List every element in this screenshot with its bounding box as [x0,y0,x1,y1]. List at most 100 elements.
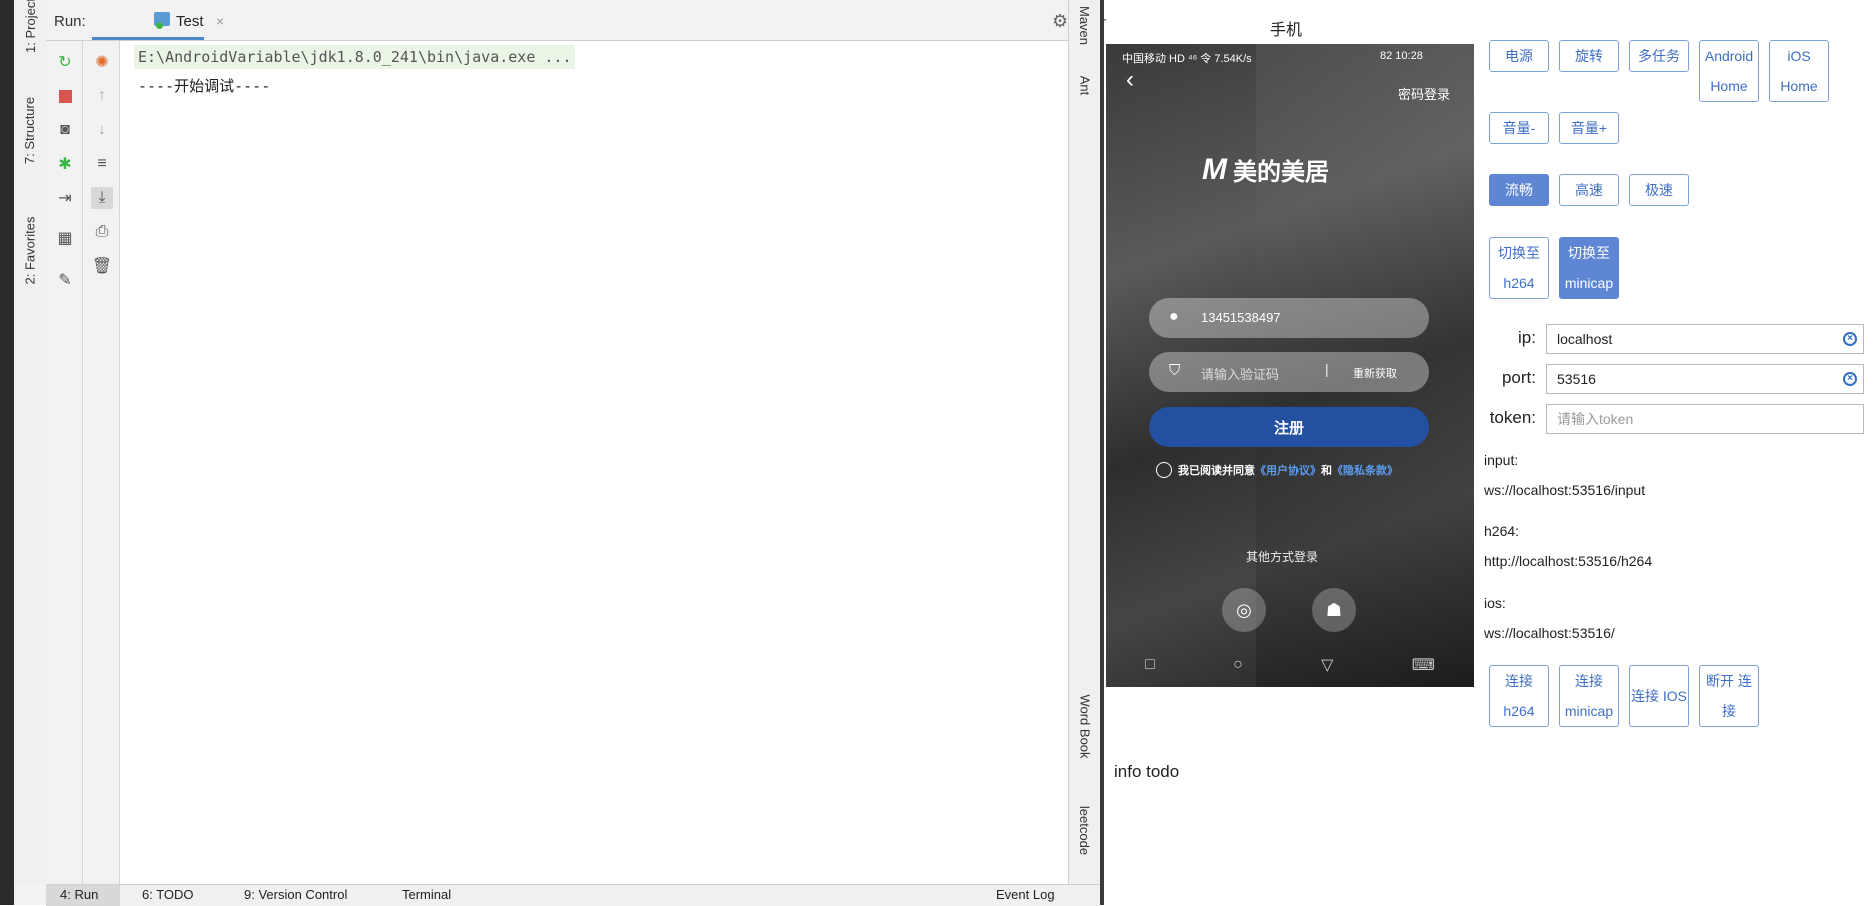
home-icon[interactable]: ○ [1233,656,1243,674]
port-label: port: [1501,368,1536,387]
volume-down-button[interactable]: 音量- [1489,112,1549,144]
qq-icon[interactable]: ☗ [1312,588,1356,632]
ide-statusbar: 4: Run 6: TODO 9: Version Control Termin… [46,884,1100,906]
clear-icon[interactable]: × [1843,332,1857,346]
back-icon[interactable]: ‹ [1126,66,1134,94]
soft-wrap-icon[interactable]: ≡ [91,153,113,175]
field-divider: | [1325,361,1329,377]
phone-nav-bar: □ ○ ▽ ⌨ [1106,648,1474,682]
resend-link[interactable]: 重新获取 [1353,365,1397,381]
phone-status-right: 82 10:28 [1380,50,1423,62]
gear-icon[interactable]: ⚙ [1052,11,1068,32]
tab-favorites[interactable]: 2: Favorites [14,200,46,300]
ip-input[interactable] [1546,324,1864,354]
port-input[interactable] [1546,364,1864,394]
user-icon: ● [1169,308,1179,325]
connect-h264-button[interactable]: 连接 h264 [1489,665,1549,727]
input-url: ws://localhost:53516/input [1484,482,1646,498]
tab-ant[interactable]: Ant [1069,60,1101,110]
ios-label: ios: [1484,595,1506,611]
ios-url: ws://localhost:53516/ [1484,625,1615,641]
disconnect-button[interactable]: 断开 连接 [1699,665,1759,727]
statusbar-terminal[interactable]: Terminal [402,887,451,902]
phone-number-field[interactable]: ● 13451538497 [1149,298,1429,338]
quality-extreme-button[interactable]: 极速 [1629,174,1689,206]
console-output-line: ----开始调试---- [138,77,271,95]
pin-icon[interactable]: ✎ [54,269,76,291]
privacy-link[interactable]: 《隐私条款》 [1332,462,1398,478]
phone-number-value: 13451538497 [1201,310,1281,325]
password-login-link[interactable]: 密码登录 [1398,84,1450,103]
statusbar-event-log[interactable]: Event Log [996,887,1055,902]
run-panel-header: Run: Test × ⚙ — [46,0,1106,41]
tab-project[interactable]: 1: Project [14,0,46,52]
statusbar-version-control[interactable]: 9: Version Control [244,887,347,902]
statusbar-run[interactable]: 4: Run [60,887,98,902]
shield-icon: ⛉ [1169,362,1181,379]
attach-debugger-icon[interactable]: ✺ [91,51,113,73]
rerun-icon[interactable]: ↻ [54,51,76,73]
multitask-button[interactable]: 多任务 [1629,40,1689,72]
h264-label: h264: [1484,523,1520,539]
exit-icon[interactable]: ⇥ [54,187,76,209]
phone-statusbar: 中国移动 HD ⁴⁶ 令 7.54K/s 82 10:28 [1106,44,1474,68]
user-agreement-link[interactable]: 《用户协议》 [1255,462,1321,478]
back-nav-icon[interactable]: ▽ [1321,655,1333,675]
phone-screen[interactable]: 中国移动 HD ⁴⁶ 令 7.54K/s 82 10:28 ‹ 密码登录 M 美… [1106,44,1474,687]
app-title: 手机 [1270,22,1303,39]
debug-icon[interactable]: ✱ [54,153,76,175]
code-field[interactable]: ⛉ 请输入验证码 | 重新获取 [1149,352,1429,392]
trash-icon[interactable]: 🗑 [91,255,113,277]
arrow-up-icon[interactable]: ↑ [91,85,113,107]
switch-minicap-button[interactable]: 切换至 minicap [1559,237,1619,299]
other-login-label: 其他方式登录 [1246,550,1319,564]
agreement-row: 我已阅读并同意 《用户协议》 和 《隐私条款》 [1156,462,1398,478]
print-icon[interactable]: ⎙ [91,221,113,243]
tab-word-book[interactable]: Word Book [1069,676,1101,776]
input-label: input: [1484,452,1519,468]
code-placeholder: 请输入验证码 [1201,367,1280,382]
switch-h264-button[interactable]: 切换至 h264 [1489,237,1549,299]
h264-url: http://localhost:53516/h264 [1484,553,1653,569]
quality-high-button[interactable]: 高速 [1559,174,1619,206]
close-icon[interactable]: × [216,13,224,29]
run-tab-test[interactable]: Test × [92,0,224,40]
run-toolbar-primary: ↻ ◙ ✱ ⇥ ▦ ✎ [46,41,83,884]
wechat-icon[interactable]: ◎ [1222,588,1266,632]
connect-ios-button[interactable]: 连接 IOS [1629,665,1689,727]
run-config-icon [154,11,170,29]
agree-checkbox[interactable] [1156,462,1172,478]
phone-status-left: 中国移动 HD ⁴⁶ 令 7.54K/s [1122,53,1252,65]
run-label: Run: [54,13,86,30]
quality-smooth-button[interactable]: 流畅 [1489,174,1549,206]
connect-minicap-button[interactable]: 连接 minicap [1559,665,1619,727]
arrow-down-icon[interactable]: ↓ [91,119,113,141]
console-output[interactable]: E:\AndroidVariable\jdk1.8.0_241\bin\java… [120,41,1068,884]
volume-up-button[interactable]: 音量+ [1559,112,1619,144]
android-home-button[interactable]: Android Home [1699,40,1759,102]
tab-leetcode[interactable]: leetcode [1069,790,1101,870]
layout-icon[interactable]: ▦ [54,227,76,249]
recents-icon[interactable]: □ [1145,656,1155,674]
power-button[interactable]: 电源 [1489,40,1549,72]
token-input[interactable] [1546,404,1864,434]
keyboard-icon[interactable]: ⌨ [1412,655,1435,675]
stop-icon[interactable] [54,85,76,107]
run-toolbar-secondary: ✺ ↑ ↓ ≡ ⤓ ⎙ 🗑 [83,41,120,884]
ios-home-button[interactable]: iOS Home [1769,40,1829,102]
tab-structure[interactable]: 7: Structure [14,80,46,180]
clear-icon[interactable]: × [1843,372,1857,386]
statusbar-todo[interactable]: 6: TODO [142,887,194,902]
info-text: info todo [1114,762,1180,781]
tab-maven[interactable]: Maven [1069,0,1101,50]
rotate-button[interactable]: 旋转 [1559,40,1619,72]
camera-icon[interactable]: ◙ [54,119,76,141]
window-edge [0,0,14,905]
left-tool-stripe: 1: Project 7: Structure 2: Favorites [14,0,47,884]
brand-logo: M 美的美居 [1202,152,1329,187]
ip-label: ip: [1518,328,1536,347]
scroll-to-end-icon[interactable]: ⤓ [91,187,113,209]
register-button[interactable]: 注册 [1149,407,1429,447]
brand-m-icon: M [1202,152,1227,186]
right-tool-stripe: Maven Ant Word Book leetcode [1068,0,1101,884]
